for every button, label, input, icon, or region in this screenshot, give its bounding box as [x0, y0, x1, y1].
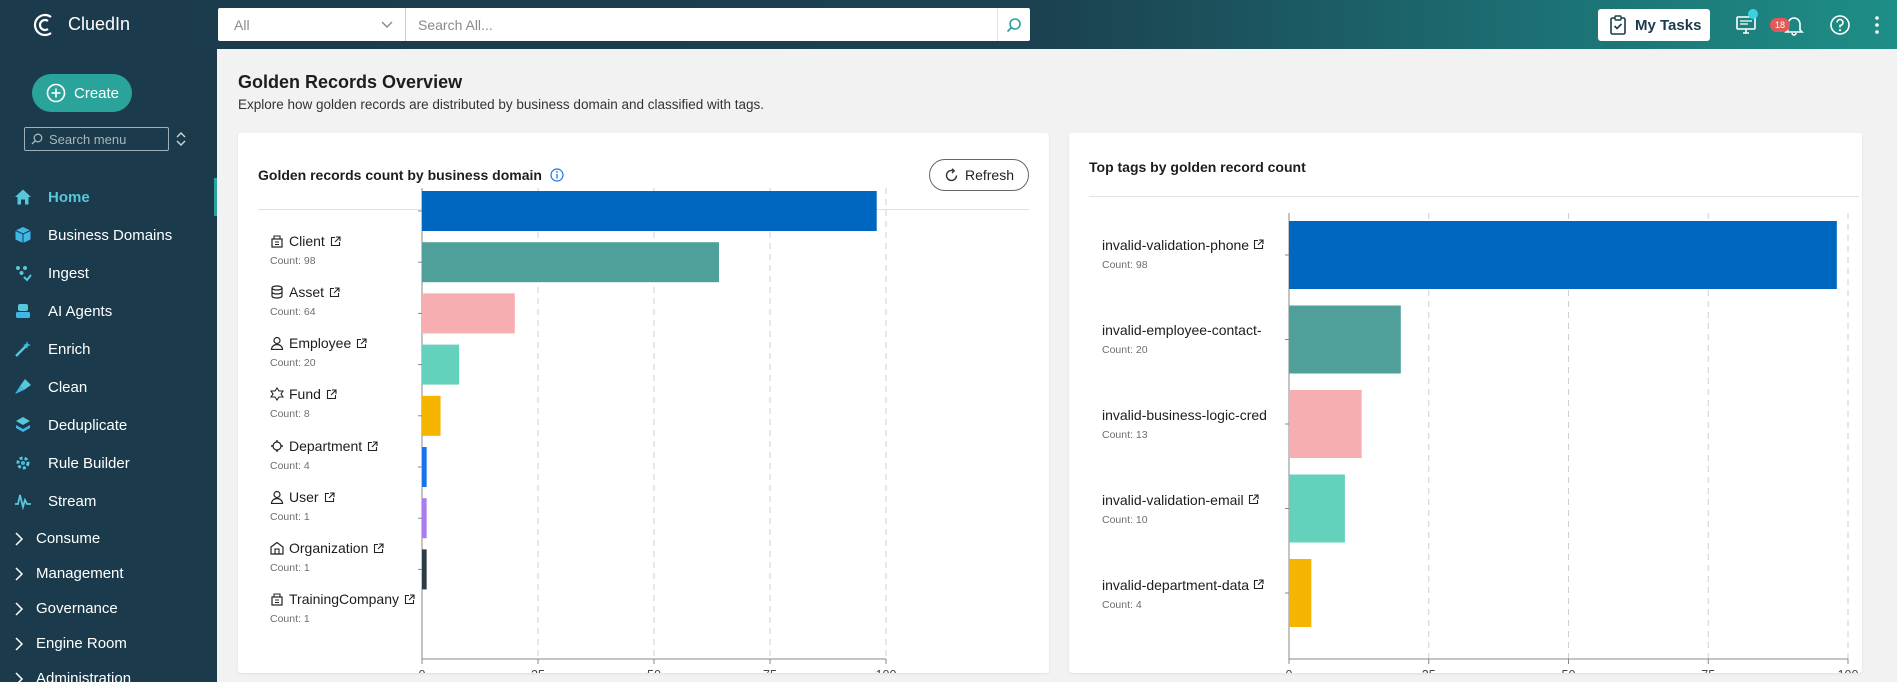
sidebar-group-label: Administration [36, 670, 132, 682]
sort-toggle-icon[interactable] [175, 129, 187, 149]
app-name: CluedIn [68, 14, 131, 34]
sidebar-group-label: Consume [36, 530, 101, 547]
bar-Fund [422, 344, 460, 385]
chevron-down-icon [381, 21, 393, 28]
bar-User [422, 447, 427, 487]
menu-search-placeholder: Search menu [49, 131, 127, 147]
bar-Asset [422, 242, 719, 283]
app-logo[interactable]: CluedIn [32, 12, 217, 38]
notification-count-badge: 18 [1770, 18, 1790, 32]
x-tick-label: 50 [647, 668, 661, 673]
x-tick-label: 50 [1562, 668, 1576, 673]
clipboard-check-icon [1610, 15, 1626, 35]
bar-invalid-business-logic-cred [1289, 390, 1362, 458]
sidebar-item-label: Enrich [48, 340, 91, 358]
search-scope-value: All [234, 16, 250, 33]
sidebar: Create Search menu Home Business Domains… [0, 49, 217, 682]
cluedin-logo-icon [33, 13, 52, 36]
more-menu-button[interactable] [1870, 12, 1884, 38]
sidebar-item-label: Business Domains [48, 226, 173, 244]
sidebar-item-deduplicate[interactable]: Deduplicate [0, 406, 217, 444]
chevron-right-icon [15, 671, 24, 682]
my-tasks-button[interactable]: My Tasks [1598, 9, 1710, 41]
sidebar-item-label: Rule Builder [48, 454, 130, 472]
clean-icon [12, 376, 34, 398]
sidebar-item-label: Deduplicate [48, 416, 128, 434]
sidebar-item-ingest[interactable]: Ingest [0, 254, 217, 292]
sidebar-group-label: Governance [36, 600, 118, 617]
ai-agent-icon [12, 300, 34, 322]
domain-chart-card: Golden records count by business domain … [238, 133, 1049, 673]
sidebar-group-engine-room[interactable]: Engine Room [0, 626, 217, 661]
tags-bar-chart: 0 25 50 75 100 [1285, 213, 1859, 673]
sidebar-group-management[interactable]: Management [0, 556, 217, 591]
chevron-right-icon [15, 601, 24, 616]
sidebar-item-label: Ingest [48, 264, 89, 282]
x-tick-label: 100 [876, 668, 897, 673]
sidebar-item-enrich[interactable]: Enrich [0, 330, 217, 368]
bar-Client [422, 191, 877, 231]
chevron-right-icon [15, 636, 24, 651]
sidebar-group-administration[interactable]: Administration [0, 661, 217, 682]
more-vertical-icon [1875, 16, 1879, 34]
help-icon [1830, 15, 1850, 35]
search-input[interactable] [406, 8, 997, 41]
sidebar-item-business-domains[interactable]: Business Domains [0, 216, 217, 254]
domain-bar-chart: 0 25 50 75 100 [418, 188, 897, 673]
bar-invalid-validation-phone [1289, 221, 1837, 289]
bar-invalid-employee-contact- [1289, 305, 1401, 374]
sidebar-item-stream[interactable]: Stream [0, 482, 217, 520]
monitor-status-dot [1748, 9, 1758, 19]
global-search: All [218, 8, 1030, 41]
bar-TrainingCompany [422, 549, 427, 590]
help-button[interactable] [1827, 12, 1853, 38]
x-tick-label: 25 [531, 668, 545, 673]
sidebar-group-governance[interactable]: Governance [0, 591, 217, 626]
sidebar-item-ai-agents[interactable]: AI Agents [0, 292, 217, 330]
page-description: Explore how golden records are distribut… [238, 97, 765, 112]
menu-search-input[interactable]: Search menu [24, 127, 169, 151]
search-button[interactable] [997, 8, 1030, 41]
x-tick-label: 75 [1701, 668, 1715, 673]
x-tick-label: 25 [1422, 668, 1436, 673]
sidebar-item-label: AI Agents [48, 302, 113, 320]
plus-circle-icon [46, 83, 66, 103]
search-icon [31, 133, 43, 145]
ingest-icon [12, 262, 34, 284]
x-tick-label: 0 [419, 668, 426, 673]
create-button[interactable]: Create [32, 74, 132, 112]
x-tick-label: 100 [1838, 668, 1859, 673]
page-title: Golden Records Overview [238, 72, 463, 92]
chevron-right-icon [15, 531, 24, 546]
bar-Department [422, 395, 441, 436]
create-label: Create [74, 84, 120, 102]
search-icon [1006, 17, 1021, 32]
my-tasks-label: My Tasks [1635, 16, 1702, 34]
chevron-right-icon [15, 566, 24, 581]
sidebar-item-label: Home [48, 188, 90, 206]
sidebar-item-label: Stream [48, 492, 97, 510]
sidebar-item-home[interactable]: Home [0, 178, 217, 216]
stream-icon [12, 490, 34, 512]
cube-icon [12, 224, 34, 246]
rule-builder-icon [12, 452, 34, 474]
top-bar: CluedIn All My Tasks 18 [0, 0, 1897, 49]
search-scope-select[interactable]: All [218, 8, 406, 41]
sidebar-item-clean[interactable]: Clean [0, 368, 217, 406]
x-tick-label: 75 [763, 668, 777, 673]
sidebar-group-label: Management [36, 565, 124, 582]
tags-chart-card: Top tags by golden record count invalid-… [1069, 133, 1862, 673]
bar-Organization [422, 498, 427, 539]
sidebar-item-rule-builder[interactable]: Rule Builder [0, 444, 217, 482]
bar-invalid-department-data [1289, 559, 1312, 627]
sidebar-item-label: Clean [48, 378, 88, 396]
enrich-icon [12, 338, 34, 360]
home-icon [12, 186, 34, 208]
sidebar-group-consume[interactable]: Consume [0, 521, 217, 556]
deduplicate-icon [12, 414, 34, 436]
x-tick-label: 0 [1286, 668, 1293, 673]
bar-invalid-validation-email [1289, 474, 1345, 543]
sidebar-group-label: Engine Room [36, 635, 127, 652]
bar-Employee [422, 293, 515, 334]
